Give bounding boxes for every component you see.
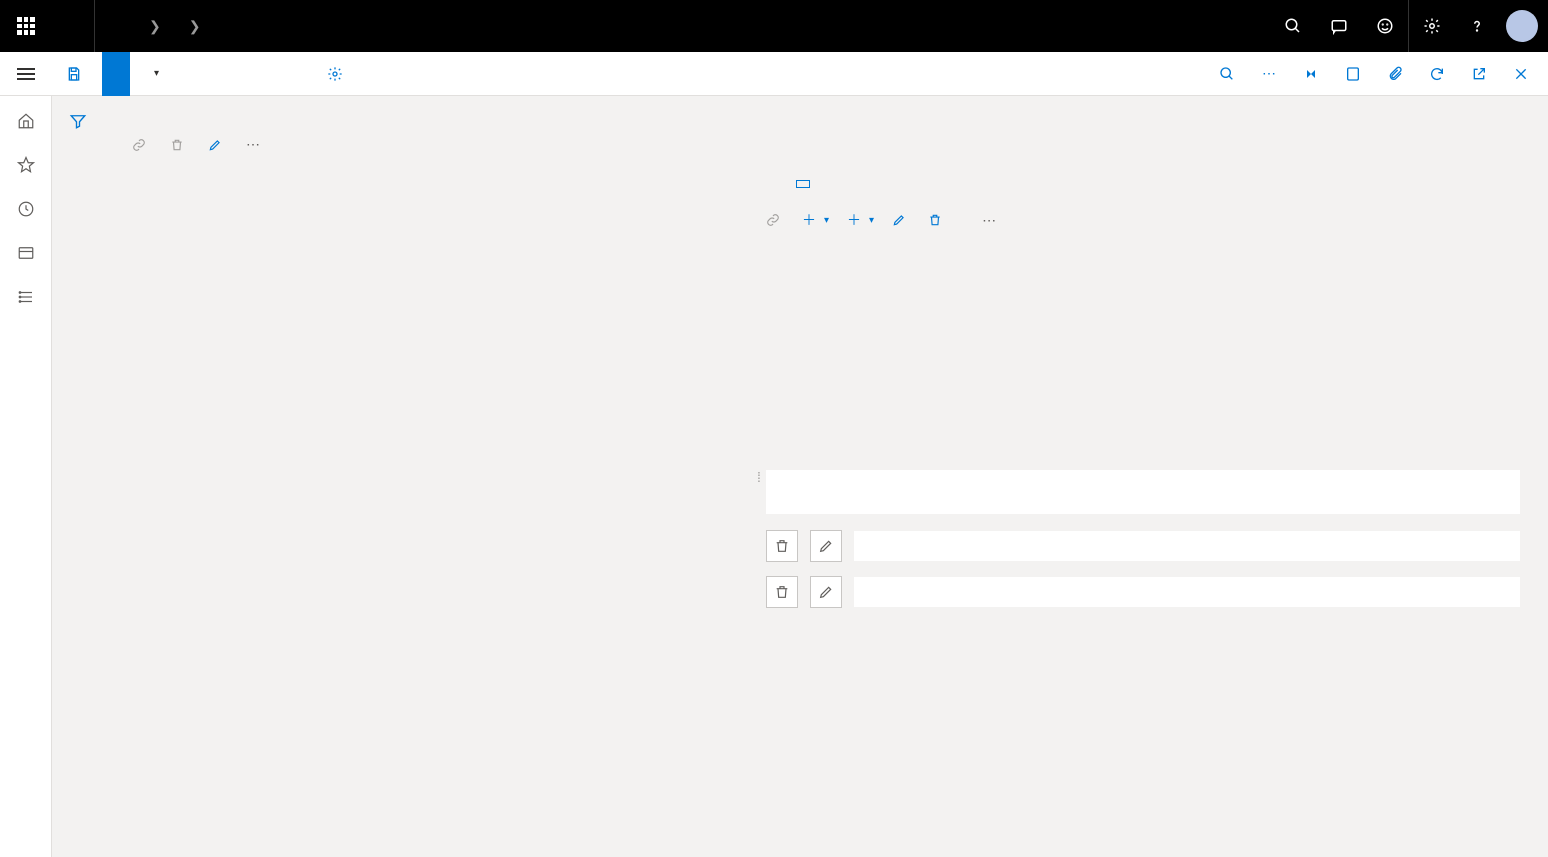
trash-icon [774,584,790,600]
edit-prop-filename[interactable] [810,576,842,608]
formula-display[interactable] [766,470,1520,514]
plus-icon: ＋ [802,210,816,230]
settings-icon[interactable] [1408,0,1454,52]
app-title [52,0,95,52]
nav-toggle[interactable] [0,52,52,96]
show-details-button[interactable] [102,52,130,96]
enabled-input[interactable] [854,531,1520,561]
search-command-icon[interactable] [1208,52,1246,96]
pencil-icon [208,138,222,152]
delete-prop-filename[interactable] [766,576,798,608]
more-icon[interactable]: ⋯ [982,212,996,229]
map-format-button[interactable] [201,52,229,96]
filter-column [52,96,104,857]
link-icon [766,213,780,227]
filter-icon[interactable] [69,112,87,857]
mapping-pane: ＋▾ ＋▾ ⋯ [766,96,1548,857]
top-bar: ❯ ❯ [0,0,1548,52]
filename-input[interactable] [854,577,1520,607]
waffle-icon [17,17,35,35]
chevron-right-icon: ❯ [149,18,161,35]
add-button[interactable]: ＋▾ [847,210,874,230]
search-icon[interactable] [1270,0,1316,52]
more-icon[interactable]: ⋯ [1250,52,1288,96]
format-enumerations-button[interactable] [173,52,201,96]
save-icon [66,66,82,82]
gear-icon [327,66,343,82]
pencil-icon [818,538,834,554]
bind-button-right[interactable] [766,213,784,227]
plus-icon: ＋ [847,210,861,230]
format-tree-pane: ⋯ [104,96,752,857]
chevron-down-icon: ▾ [824,215,829,226]
messages-icon[interactable] [1316,0,1362,52]
chevron-right-icon: ❯ [189,18,201,35]
attachments-icon[interactable] [1376,52,1414,96]
top-right-controls [1246,0,1548,52]
breadcrumbs: ❯ ❯ [95,18,1246,35]
edit-button[interactable] [892,213,910,227]
close-icon[interactable] [1502,52,1540,96]
save-button[interactable] [52,52,102,96]
help-icon[interactable] [1454,0,1500,52]
tab-strip [766,180,1520,188]
mapping-toolbar: ＋▾ ＋▾ ⋯ [766,210,1520,230]
pencil-icon [818,584,834,600]
emoji-icon[interactable] [1362,0,1408,52]
modules-icon[interactable] [17,288,35,306]
unbind-button[interactable] [170,138,190,152]
left-nav-rail [0,96,52,857]
popout-icon[interactable] [1460,52,1498,96]
command-bar: ▾ ⋯ [0,52,1548,96]
trash-icon [774,538,790,554]
app-launcher[interactable] [0,0,52,52]
delete-button[interactable] [928,213,946,227]
trash-icon [170,138,184,152]
more-icon[interactable]: ⋯ [246,136,260,153]
add-root-button[interactable]: ＋▾ [802,210,829,230]
start-debugging-button[interactable] [313,52,363,96]
edit-prop-enabled[interactable] [810,530,842,562]
format-toolbar: ⋯ [132,136,752,153]
trash-icon [928,213,942,227]
link-icon [132,138,146,152]
workspaces-icon[interactable] [17,244,35,262]
home-icon[interactable] [17,112,35,130]
plugin-icon[interactable] [1292,52,1330,96]
pencil-icon [892,213,906,227]
office-icon[interactable] [1334,52,1372,96]
user-avatar[interactable] [1506,10,1538,42]
validate-button[interactable] [229,52,257,96]
splitter-handle[interactable]: ⁞ [752,96,766,857]
favorites-icon[interactable] [17,156,35,174]
tab-mapping[interactable] [796,180,810,188]
recent-icon[interactable] [17,200,35,218]
show-all-button[interactable]: ▾ [130,52,173,96]
refresh-icon[interactable] [1418,52,1456,96]
run-button[interactable] [257,52,285,96]
chevron-down-icon: ▾ [869,215,874,226]
chevron-down-icon: ▾ [154,68,159,79]
performance-trace-button[interactable] [285,52,313,96]
properties-panel [766,470,1520,608]
edit-formula-button[interactable] [208,138,228,152]
delete-prop-enabled[interactable] [766,530,798,562]
bind-button[interactable] [132,138,152,152]
